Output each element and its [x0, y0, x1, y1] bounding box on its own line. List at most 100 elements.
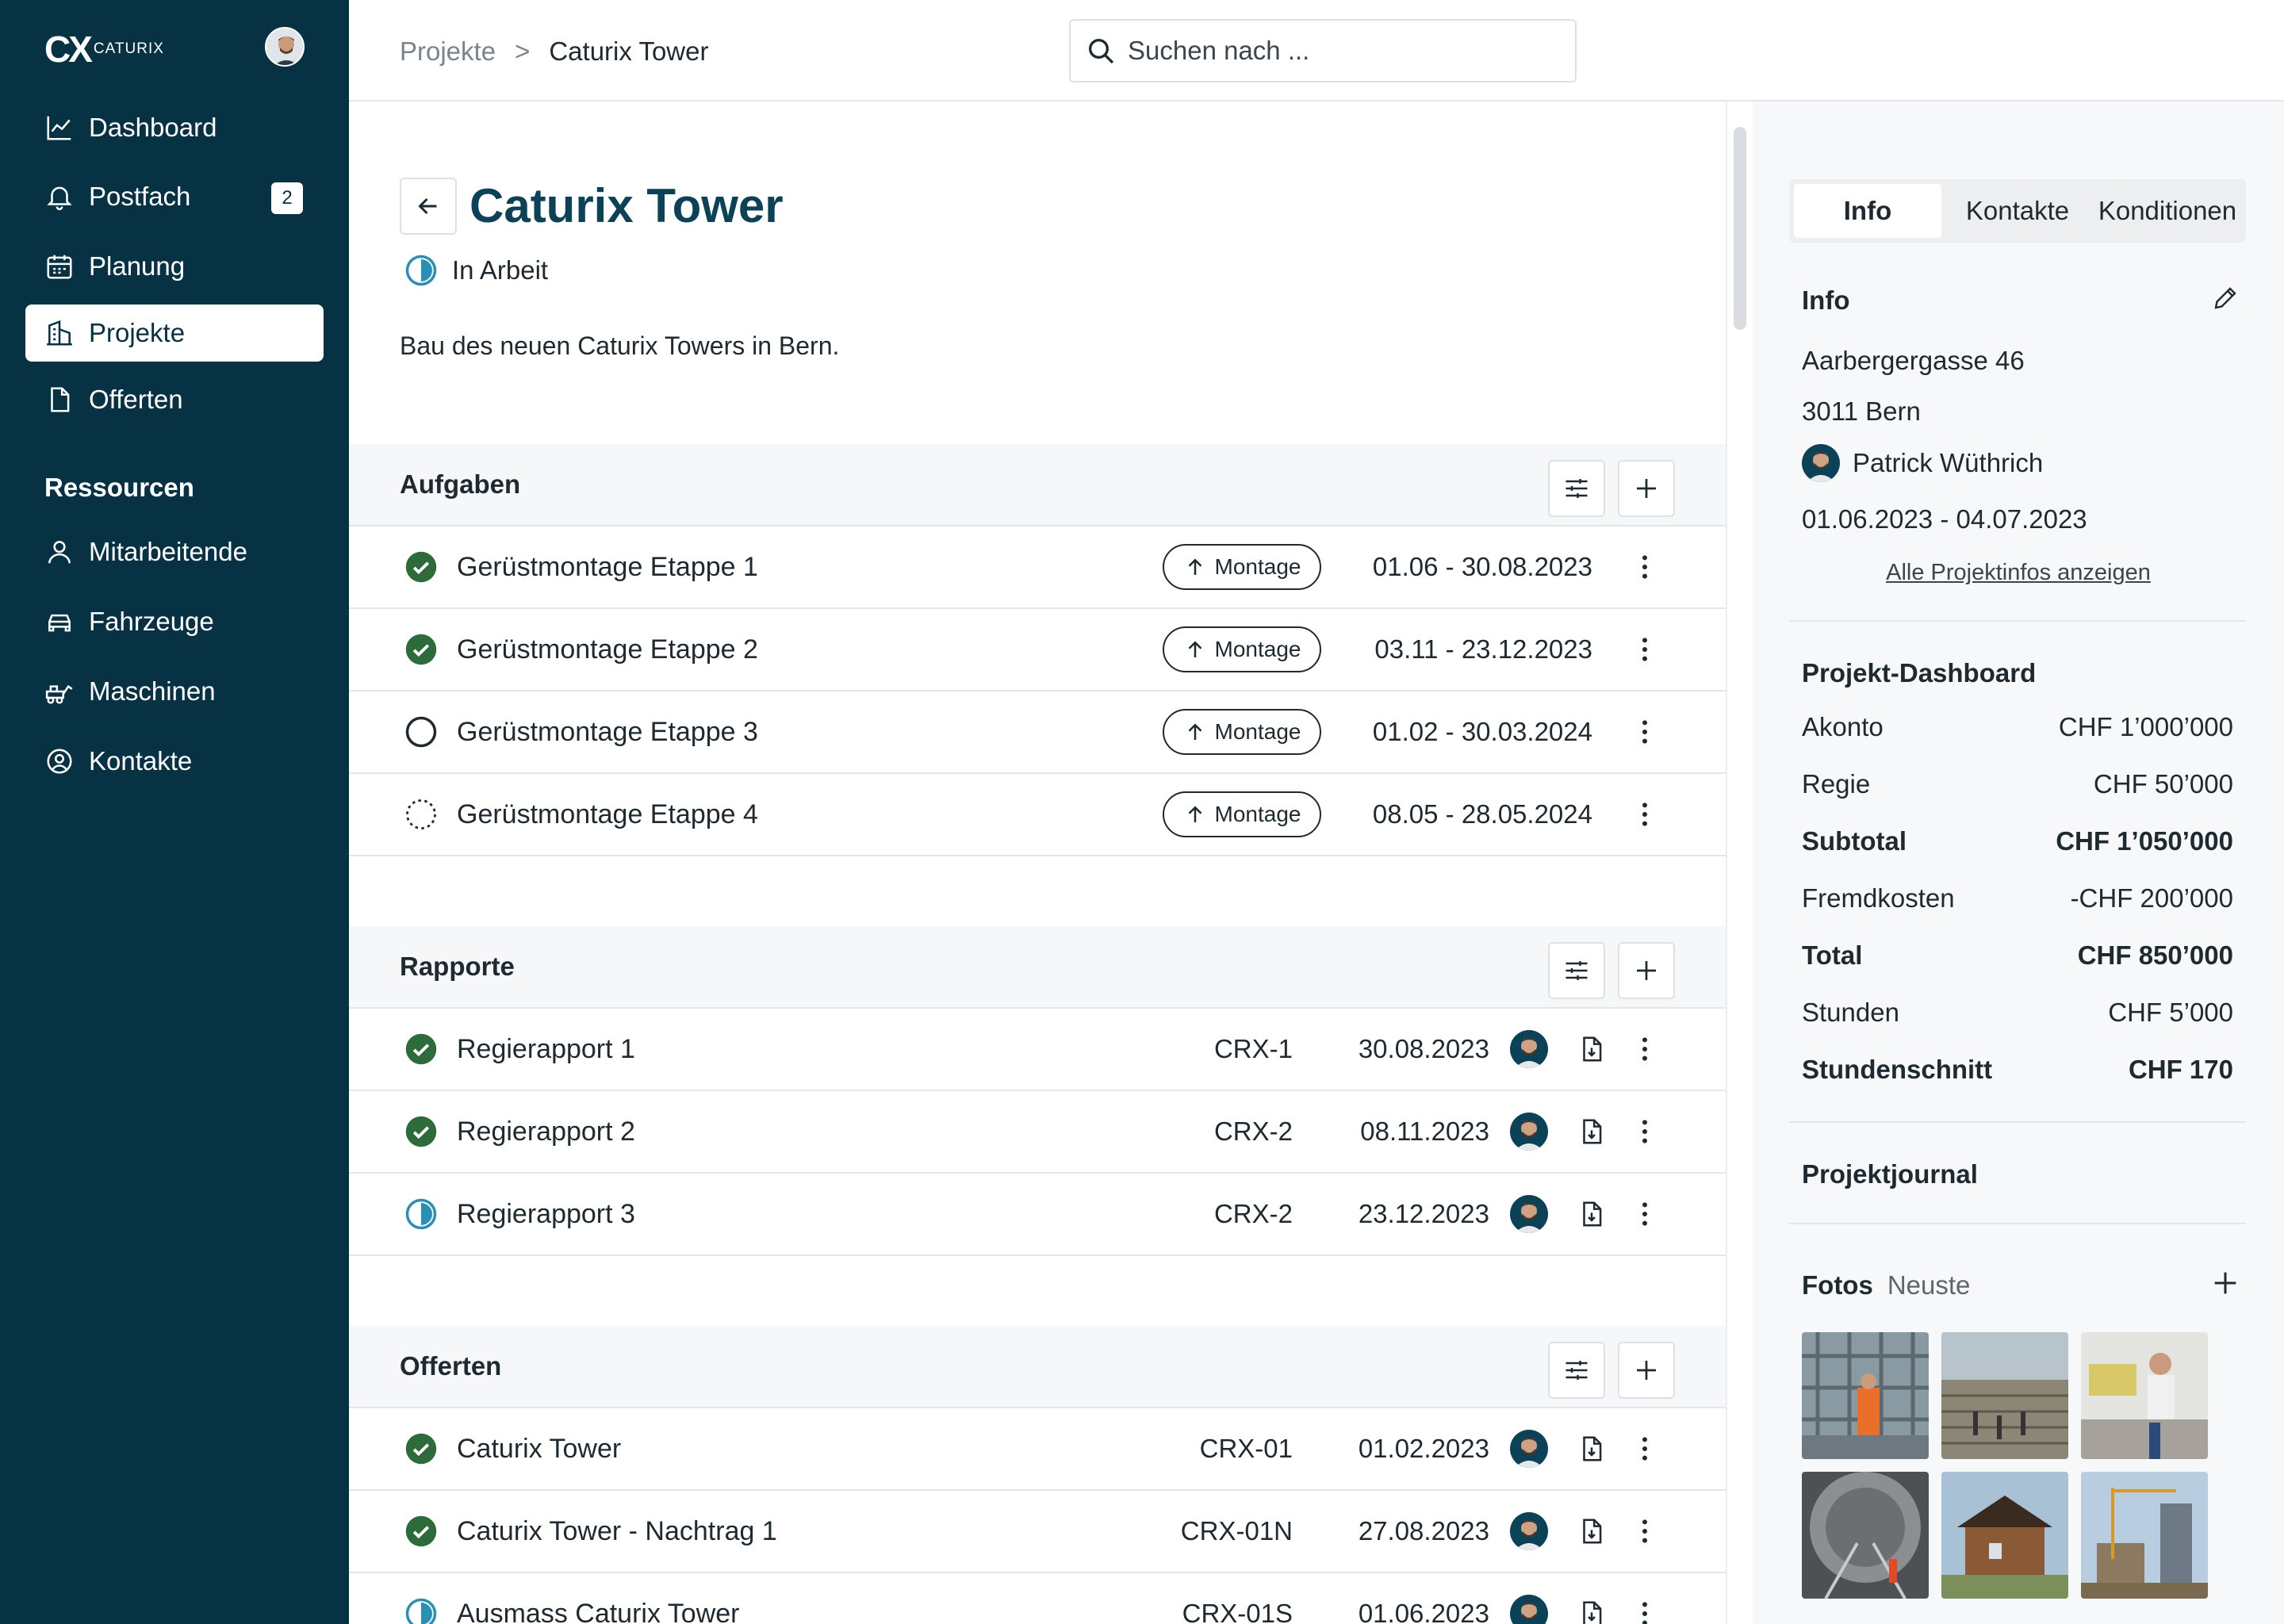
more-vertical-icon[interactable] [1629, 1598, 1661, 1624]
sidebar-item-planung[interactable]: Planung [25, 238, 324, 295]
more-vertical-icon[interactable] [1629, 1198, 1661, 1230]
main-scrollbar[interactable] [1726, 102, 1753, 1624]
filter-button[interactable] [1548, 1342, 1605, 1399]
report-row[interactable]: Regierapport 1 CRX-1 30.08.2023 [349, 1009, 1726, 1091]
sidebar-item-dashboard[interactable]: Dashboard [25, 99, 324, 156]
pencil-icon[interactable] [2211, 284, 2240, 312]
dashboard-row-regie: Regie CHF 50’000 [1802, 769, 2233, 799]
more-vertical-icon[interactable] [1629, 551, 1661, 583]
calendar-icon [47, 255, 72, 279]
offer-row[interactable]: Ausmass Caturix Tower CRX-01S 01.06.2023 [349, 1573, 1726, 1624]
divider [1789, 1223, 2246, 1224]
photo-thumbnail[interactable] [1802, 1472, 1929, 1599]
task-title: Gerüstmontage Etappe 2 [457, 634, 758, 665]
offer-row[interactable]: Caturix Tower - Nachtrag 1 CRX-01N 27.08… [349, 1491, 1726, 1573]
download-document-icon[interactable] [1577, 1034, 1607, 1064]
search-box[interactable] [1069, 19, 1577, 82]
add-button[interactable] [1618, 942, 1675, 999]
task-tag[interactable]: Montage [1163, 791, 1321, 837]
offer-date: 01.06.2023 [1358, 1599, 1489, 1624]
sidebar-item-kontakte[interactable]: Kontakte [25, 733, 324, 790]
task-row[interactable]: Gerüstmontage Etappe 1 Montage 01.06 - 3… [349, 527, 1726, 609]
avatar [1510, 1195, 1548, 1233]
tab-info[interactable]: Info [1794, 184, 1941, 238]
breadcrumb: Projekte > Caturix Tower [400, 32, 708, 71]
photo-thumbnail[interactable] [1941, 1332, 2068, 1459]
check-circle-icon [405, 1033, 437, 1065]
project-journal-heading[interactable]: Projektjournal [1802, 1159, 1978, 1189]
section-title: Aufgaben [400, 469, 521, 499]
photo-thumbnail[interactable] [1802, 1332, 1929, 1459]
dashboard-row-subtotal: Subtotal CHF 1’050’000 [1802, 826, 2233, 856]
task-tag[interactable]: Montage [1163, 709, 1321, 755]
more-vertical-icon[interactable] [1629, 634, 1661, 665]
more-vertical-icon[interactable] [1629, 1116, 1661, 1147]
more-vertical-icon[interactable] [1629, 1433, 1661, 1465]
caturix-logo[interactable]: CX CATURIX [44, 31, 164, 67]
report-row[interactable]: Regierapport 2 CRX-2 08.11.2023 [349, 1091, 1726, 1174]
offer-title: Ausmass Caturix Tower [457, 1598, 740, 1624]
more-vertical-icon[interactable] [1629, 716, 1661, 748]
task-row[interactable]: Gerüstmontage Etappe 4 Montage 08.05 - 2… [349, 774, 1726, 856]
scrollbar-thumb[interactable] [1734, 127, 1746, 330]
info-heading: Info [1802, 285, 1850, 315]
task-row[interactable]: Gerüstmontage Etappe 3 Montage 01.02 - 3… [349, 691, 1726, 774]
more-vertical-icon[interactable] [1629, 1033, 1661, 1065]
offer-code: CRX-01 [1199, 1434, 1293, 1463]
half-circle-icon [405, 1198, 437, 1230]
panel-tabs: Info Kontakte Konditionen [1789, 179, 2246, 243]
project-description: Bau des neuen Caturix Towers in Bern. [400, 331, 840, 360]
task-row[interactable]: Gerüstmontage Etappe 2 Montage 03.11 - 2… [349, 609, 1726, 691]
photo-thumbnail[interactable] [2081, 1332, 2208, 1459]
kv-value: CHF 1’050’000 [2056, 826, 2233, 856]
kv-label: Total [1802, 940, 1863, 970]
sidebar-item-offerten[interactable]: Offerten [25, 371, 324, 428]
report-row[interactable]: Regierapport 3 CRX-2 23.12.2023 [349, 1174, 1726, 1256]
search-input[interactable] [1128, 36, 1556, 66]
filter-button[interactable] [1548, 460, 1605, 517]
sidebar-item-mitarbeitende[interactable]: Mitarbeitende [25, 523, 324, 580]
arrow-up-icon [1188, 641, 1201, 657]
breadcrumb-link-projekte[interactable]: Projekte [400, 36, 496, 67]
sidebar-item-label: Fahrzeuge [89, 607, 214, 636]
download-document-icon[interactable] [1577, 1116, 1607, 1147]
back-button[interactable] [400, 178, 457, 235]
report-date: 08.11.2023 [1360, 1116, 1489, 1146]
chart-line-icon [47, 116, 71, 140]
more-vertical-icon[interactable] [1629, 1515, 1661, 1547]
add-button[interactable] [1618, 1342, 1675, 1399]
report-title: Regierapport 3 [457, 1198, 635, 1229]
dashboard-row-stundenschnitt: Stundenschnitt CHF 170 [1802, 1055, 2233, 1085]
contact-circle-icon [47, 749, 72, 774]
plus-icon [1637, 961, 1656, 980]
plus-icon[interactable] [2209, 1267, 2241, 1299]
sidebar-item-postfach[interactable]: Postfach 2 [25, 168, 324, 225]
filter-button[interactable] [1548, 942, 1605, 999]
sidebar-item-projekte[interactable]: Projekte [25, 304, 324, 362]
photo-thumbnail[interactable] [2081, 1472, 2208, 1599]
sidebar-item-fahrzeuge[interactable]: Fahrzeuge [25, 593, 324, 650]
add-button[interactable] [1618, 460, 1675, 517]
user-avatar[interactable] [265, 27, 305, 67]
tab-konditionen[interactable]: Konditionen [2092, 184, 2243, 238]
tab-kontakte[interactable]: Kontakte [1948, 184, 2087, 238]
photos-sort[interactable]: Neuste [1887, 1270, 1971, 1300]
offer-row[interactable]: Caturix Tower CRX-01 01.02.2023 [349, 1408, 1726, 1491]
download-document-icon[interactable] [1577, 1434, 1607, 1464]
download-document-icon[interactable] [1577, 1599, 1607, 1624]
more-vertical-icon[interactable] [1629, 799, 1661, 830]
task-tag[interactable]: Montage [1163, 544, 1321, 590]
avatar [1510, 1512, 1548, 1550]
project-contact[interactable]: Patrick Wüthrich [1802, 444, 2043, 482]
task-dates: 01.02 - 30.03.2024 [1372, 717, 1592, 746]
sidebar-item-label: Projekte [89, 318, 186, 347]
photo-thumbnail[interactable] [1941, 1472, 2068, 1599]
tag-label: Montage [1214, 554, 1301, 579]
breadcrumb-separator: > [515, 36, 531, 66]
section-header-rapporte: Rapporte [349, 926, 1726, 1009]
all-project-info-link[interactable]: Alle Projektinfos anzeigen [1753, 560, 2284, 586]
download-document-icon[interactable] [1577, 1516, 1607, 1546]
sidebar-item-maschinen[interactable]: Maschinen [25, 663, 324, 720]
task-tag[interactable]: Montage [1163, 626, 1321, 672]
download-document-icon[interactable] [1577, 1199, 1607, 1229]
